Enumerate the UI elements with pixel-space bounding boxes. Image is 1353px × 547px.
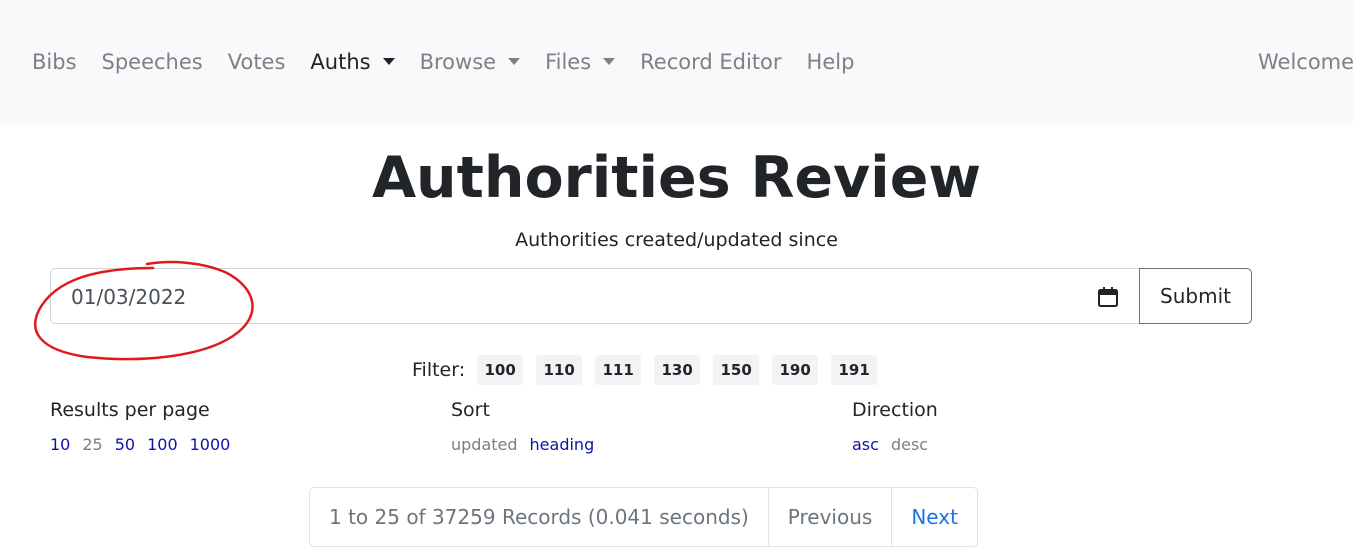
direction-asc-link[interactable]: asc — [852, 433, 879, 457]
per-page-10-link[interactable]: 10 — [50, 433, 70, 457]
nav-item-label: Auths — [310, 50, 371, 74]
direction-desc-current: desc — [890, 435, 929, 454]
nav-item-auths[interactable]: Auths — [310, 47, 395, 77]
nav-item-files[interactable]: Files — [545, 47, 616, 77]
results-per-page-options: 10 25 50 100 1000 — [50, 433, 242, 457]
nav-item-label: Bibs — [32, 50, 77, 74]
caret-down-icon — [603, 57, 616, 65]
caret-down-icon — [382, 57, 395, 65]
sort-group: Sort updated heading — [451, 396, 606, 457]
per-page-25-current: 25 — [82, 435, 103, 454]
direction-title: Direction — [852, 399, 938, 421]
next-button[interactable]: Next — [891, 488, 977, 546]
direction-options: asc desc — [852, 433, 940, 457]
filter-tag-111[interactable]: 111 — [595, 355, 642, 385]
pagination: 1 to 25 of 37259 Records (0.041 seconds)… — [309, 487, 978, 547]
per-page-50-link[interactable]: 50 — [115, 433, 135, 457]
page-subtitle: Authorities created/updated since — [515, 229, 838, 251]
nav-item-label: Files — [545, 50, 592, 74]
nav-item-label: Help — [806, 50, 855, 74]
nav-item-help[interactable]: Help — [807, 47, 855, 77]
sort-title: Sort — [451, 399, 490, 421]
nav-item-speeches[interactable]: Speeches — [102, 47, 203, 77]
navbar: Bibs Speeches Votes Auths Browse Files R… — [0, 0, 1353, 124]
date-form: 01/03/2022 Submit — [50, 268, 1252, 324]
filter-tag-110[interactable]: 110 — [536, 355, 583, 385]
sort-heading-link[interactable]: heading — [530, 433, 595, 457]
nav-item-label: Votes — [227, 50, 286, 74]
caret-down-icon — [508, 57, 521, 65]
calendar-icon[interactable] — [1097, 286, 1119, 308]
nav-menu: Bibs Speeches Votes Auths Browse Files R… — [32, 47, 879, 77]
nav-item-label: Speeches — [101, 50, 203, 74]
nav-item-label: Browse — [419, 50, 497, 74]
date-value: 01/03/2022 — [71, 285, 187, 309]
nav-item-votes[interactable]: Votes — [228, 47, 286, 77]
filter-bar: Filter: 100 110 111 130 150 190 191 — [412, 355, 890, 385]
filter-label: Filter: — [412, 359, 466, 381]
nav-item-bibs[interactable]: Bibs — [32, 47, 77, 77]
sort-updated-current: updated — [451, 435, 518, 454]
nav-item-record-editor[interactable]: Record Editor — [640, 47, 781, 77]
per-page-100-link[interactable]: 100 — [147, 433, 178, 457]
filter-tag-130[interactable]: 130 — [654, 355, 701, 385]
filter-tag-150[interactable]: 150 — [713, 355, 760, 385]
per-page-1000-link[interactable]: 1000 — [190, 433, 231, 457]
page-title: Authorities Review — [371, 145, 982, 211]
previous-button[interactable]: Previous — [767, 488, 892, 546]
submit-button[interactable]: Submit — [1139, 268, 1252, 324]
direction-group: Direction asc desc — [852, 396, 940, 457]
filter-tag-191[interactable]: 191 — [831, 355, 878, 385]
welcome-menu[interactable]: Welcome — [1258, 47, 1353, 77]
filter-tag-100[interactable]: 100 — [477, 355, 524, 385]
record-count: 1 to 25 of 37259 Records (0.041 seconds) — [329, 505, 749, 529]
nav-item-label: Record Editor — [640, 50, 782, 74]
nav-item-browse[interactable]: Browse — [419, 47, 521, 77]
results-per-page-title: Results per page — [50, 399, 210, 421]
date-input[interactable]: 01/03/2022 — [50, 268, 1139, 324]
filter-tag-190[interactable]: 190 — [772, 355, 819, 385]
sort-options: updated heading — [451, 433, 606, 457]
results-per-page-group: Results per page 10 25 50 100 1000 — [50, 396, 242, 457]
